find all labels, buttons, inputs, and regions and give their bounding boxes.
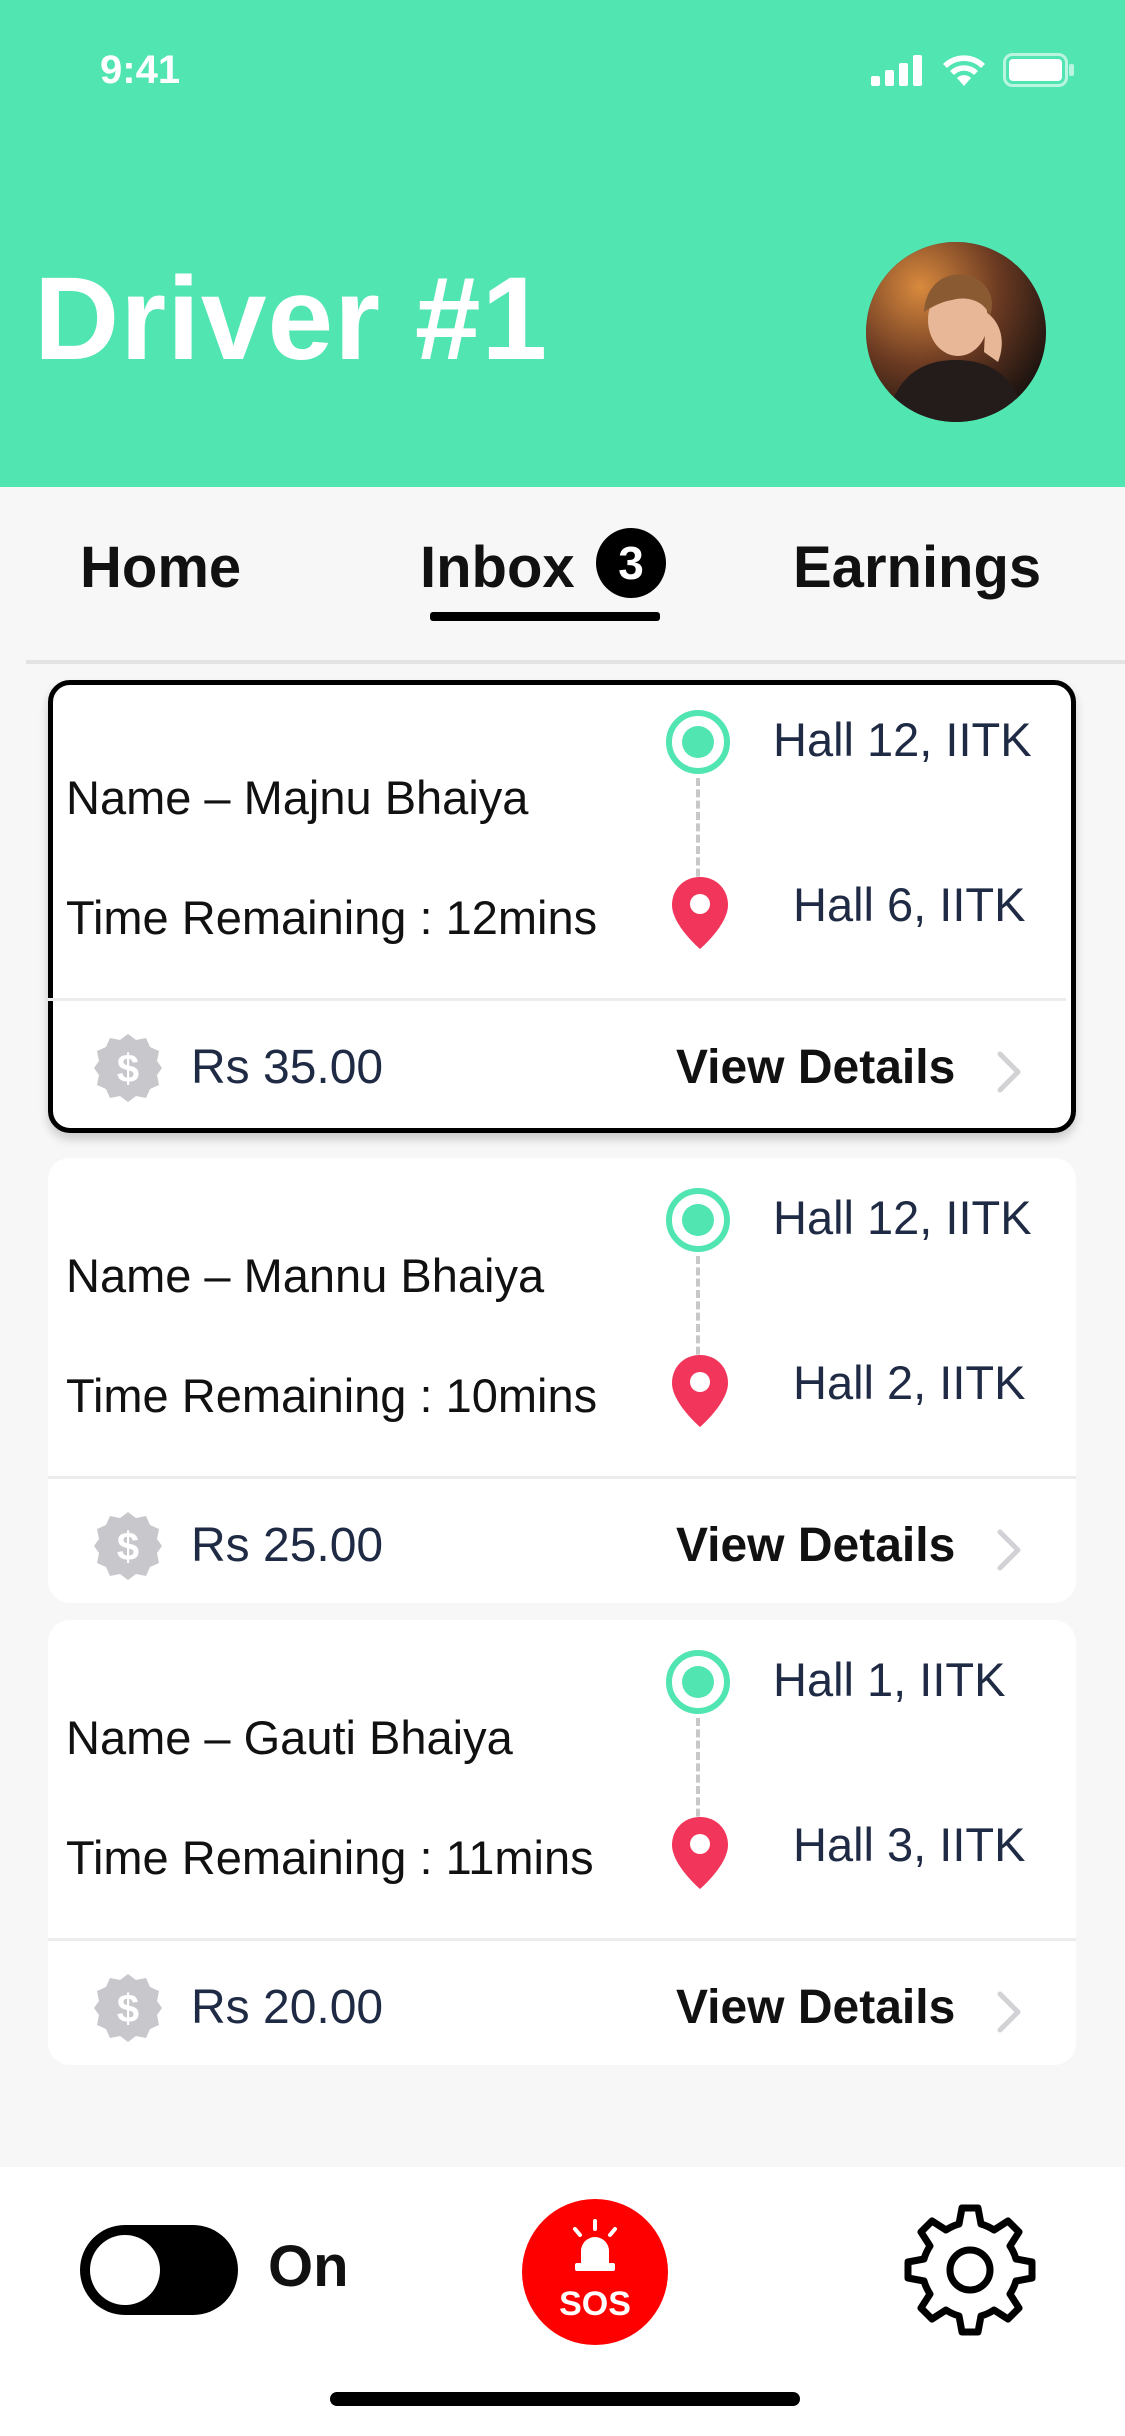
fare-amount: Rs 25.00 [191, 1519, 384, 1572]
route-line [696, 1718, 700, 1828]
availability-toggle[interactable] [80, 2225, 238, 2315]
toggle-knob [90, 2235, 160, 2305]
header: 9:41 Driver #1 [0, 0, 1125, 487]
signal-icon [871, 55, 922, 86]
home-indicator [330, 2392, 800, 2406]
time-remaining: Time Remaining : 12mins [66, 891, 598, 944]
status-icons [871, 50, 1075, 90]
time-remaining: Time Remaining : 11mins [66, 1831, 594, 1884]
rider-name: Name – Gauti Bhaiya [66, 1711, 513, 1764]
location-pin-icon [672, 1817, 728, 1889]
svg-text:$: $ [117, 1047, 139, 1091]
location-pin-icon [672, 877, 728, 949]
card-divider [48, 998, 1066, 1001]
chevron-right-icon[interactable] [994, 1526, 1024, 1574]
dollar-coin-icon: $ [94, 1034, 162, 1102]
sos-button[interactable]: SOS [522, 2199, 668, 2345]
card-divider [48, 1476, 1076, 1479]
page-title: Driver #1 [34, 253, 549, 385]
ride-card[interactable]: Name – Gauti Bhaiya Time Remaining : 11m… [48, 1620, 1076, 2065]
dropoff-location: Hall 3, IITK [793, 1818, 1026, 1871]
route-line [696, 1256, 700, 1366]
location-pin-icon [672, 1355, 728, 1427]
wifi-icon [943, 55, 985, 86]
view-details-link[interactable]: View Details [676, 1040, 955, 1095]
toggle-label: On [268, 2234, 349, 2299]
tab-home[interactable]: Home [80, 534, 241, 601]
chevron-right-icon[interactable] [994, 1988, 1024, 2036]
tab-inbox[interactable]: Inbox [420, 534, 575, 601]
dollar-coin-icon: $ [94, 1512, 162, 1580]
tab-bar: Home Inbox Earnings [0, 487, 1125, 667]
pickup-location: Hall 1, IITK [773, 1653, 1006, 1706]
active-tab-indicator [430, 612, 660, 621]
pickup-dot-icon [666, 1650, 730, 1714]
dropoff-location: Hall 2, IITK [793, 1356, 1026, 1409]
pickup-dot-icon [666, 710, 730, 774]
pickup-dot-icon [666, 1188, 730, 1252]
view-details-link[interactable]: View Details [676, 1980, 955, 2035]
dollar-coin-icon: $ [94, 1974, 162, 2042]
pickup-location: Hall 12, IITK [773, 1191, 1032, 1244]
svg-text:$: $ [117, 1525, 139, 1569]
tab-earnings[interactable]: Earnings [793, 534, 1041, 601]
ride-card[interactable]: Name – Majnu Bhaiya Time Remaining : 12m… [48, 680, 1076, 1133]
battery-icon [1003, 53, 1074, 87]
chevron-right-icon[interactable] [994, 1048, 1024, 1096]
gear-icon[interactable] [902, 2202, 1038, 2338]
divider [26, 660, 1125, 664]
status-time: 9:41 [100, 48, 181, 92]
bottom-bar: On SOS [0, 2167, 1125, 2436]
fare-amount: Rs 20.00 [191, 1981, 384, 2034]
card-divider [48, 1938, 1076, 1941]
inbox-count-badge: 3 [596, 528, 666, 598]
rider-name: Name – Mannu Bhaiya [66, 1249, 545, 1302]
fare-amount: Rs 35.00 [191, 1041, 384, 1094]
ride-card[interactable]: Name – Mannu Bhaiya Time Remaining : 10m… [48, 1158, 1076, 1603]
avatar[interactable] [866, 242, 1046, 422]
svg-text:$: $ [117, 1987, 139, 2031]
view-details-link[interactable]: View Details [676, 1518, 955, 1573]
dropoff-location: Hall 6, IITK [793, 878, 1026, 931]
time-remaining: Time Remaining : 10mins [66, 1369, 598, 1422]
rider-name: Name – Majnu Bhaiya [66, 771, 529, 824]
sos-label: SOS [559, 2285, 631, 2323]
route-line [696, 778, 700, 888]
siren-icon [573, 2219, 617, 2271]
pickup-location: Hall 12, IITK [773, 713, 1032, 766]
